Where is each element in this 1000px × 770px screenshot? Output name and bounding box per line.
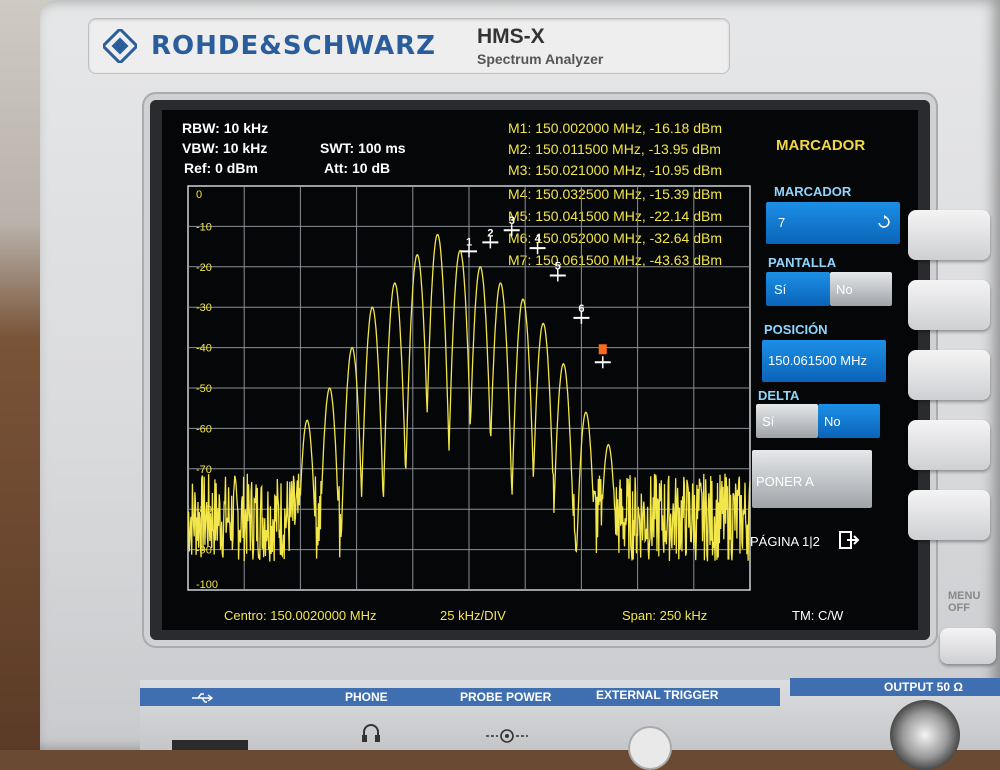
output-label: OUTPUT 50 Ω: [884, 680, 963, 694]
y-tick-label: -70: [196, 464, 212, 476]
pantalla-no-label: No: [836, 282, 853, 297]
marker-select-value: 7: [778, 215, 786, 230]
page-indicator[interactable]: PÁGINA 1|2: [750, 534, 820, 549]
hardware-softkey-4[interactable]: [908, 420, 990, 470]
brand-plate: ROHDE&SCHWARZ HMS-X Spectrum Analyzer: [88, 18, 730, 74]
usb-port[interactable]: [172, 740, 248, 750]
hardware-softkey-1[interactable]: [908, 210, 990, 260]
active-marker-flag: [598, 344, 607, 355]
marker-number: 2: [487, 227, 493, 239]
softkey-label-pantalla: PANTALLA: [768, 255, 837, 270]
hardware-softkey-5[interactable]: [908, 490, 990, 540]
probe-power-connector-icon: [486, 729, 528, 743]
span-readout: Span: 250 kHz: [622, 608, 708, 623]
marker-number: 6: [578, 303, 584, 315]
center-frequency: Centro: 150.0020000 MHz: [224, 608, 377, 623]
menu-off-label: MENU OFF: [948, 590, 981, 614]
rotary-knob-icon: [878, 215, 890, 228]
pantalla-no-softkey[interactable]: No: [830, 272, 892, 306]
y-tick-label: -60: [196, 423, 212, 435]
menu-off-key[interactable]: [940, 628, 996, 664]
softkey-label-marcador: MARCADOR: [774, 184, 852, 199]
delta-si-softkey[interactable]: Sí: [756, 404, 818, 438]
hardware-softkey-2[interactable]: [908, 280, 990, 330]
marker-number: 4: [535, 233, 542, 245]
brand-name: ROHDE&SCHWARZ: [151, 31, 436, 61]
marker-number: 5: [555, 260, 561, 272]
delta-si-label: Sí: [762, 414, 775, 429]
probe-power-label: PROBE POWER: [460, 690, 552, 704]
y-tick-label: -40: [196, 343, 212, 355]
phone-label: PHONE: [345, 690, 388, 704]
trace-mode: TM: C/W: [792, 608, 844, 623]
div-scale: 25 kHz/DIV: [440, 608, 506, 623]
marker-number: 3: [509, 215, 515, 227]
spectrum-plot[interactable]: 0-10-20-30-40-50-60-70-80-90-100123456: [162, 110, 762, 630]
y-tick-label: 0: [196, 189, 202, 201]
delta-no-label: No: [824, 414, 841, 429]
rohde-schwarz-logo-icon: [103, 29, 137, 63]
softkey-label-delta: DELTA: [758, 388, 800, 403]
model-subtitle: Spectrum Analyzer: [477, 51, 604, 67]
posicion-value: 150.061500 MHz: [768, 353, 868, 368]
posicion-softkey[interactable]: 150.061500 MHz: [762, 340, 886, 382]
marker-select-softkey[interactable]: 7: [766, 202, 900, 244]
usb-icon: [192, 693, 214, 703]
next-page-icon[interactable]: [838, 529, 860, 551]
headphone-icon: [362, 724, 380, 742]
y-tick-label: -30: [196, 302, 212, 314]
analyzer-screen: RBW: 10 kHz VBW: 10 kHz Ref: 0 dBm SWT: …: [162, 110, 918, 630]
y-tick-label: -20: [196, 262, 212, 274]
hardware-softkey-3[interactable]: [908, 350, 990, 400]
marker-number: 1: [466, 236, 472, 248]
y-tick-label: -100: [196, 579, 218, 591]
y-tick-label: -50: [196, 383, 212, 395]
pantalla-si-label: Sí: [774, 282, 787, 297]
menu-title: MARCADOR: [776, 137, 866, 154]
softkey-label-posicion: POSICIÓN: [764, 322, 828, 337]
y-tick-label: -10: [196, 221, 212, 233]
output-connector[interactable]: [890, 700, 960, 770]
poner-a-label: PONER A: [756, 474, 814, 489]
external-trigger-label: EXTERNAL TRIGGER: [596, 688, 719, 702]
model-name: HMS-X: [477, 25, 545, 48]
delta-no-softkey[interactable]: No: [818, 404, 880, 438]
external-trigger-connector[interactable]: [630, 728, 670, 768]
pantalla-si-softkey[interactable]: Sí: [766, 272, 830, 306]
poner-a-softkey[interactable]: PONER A: [752, 450, 872, 508]
